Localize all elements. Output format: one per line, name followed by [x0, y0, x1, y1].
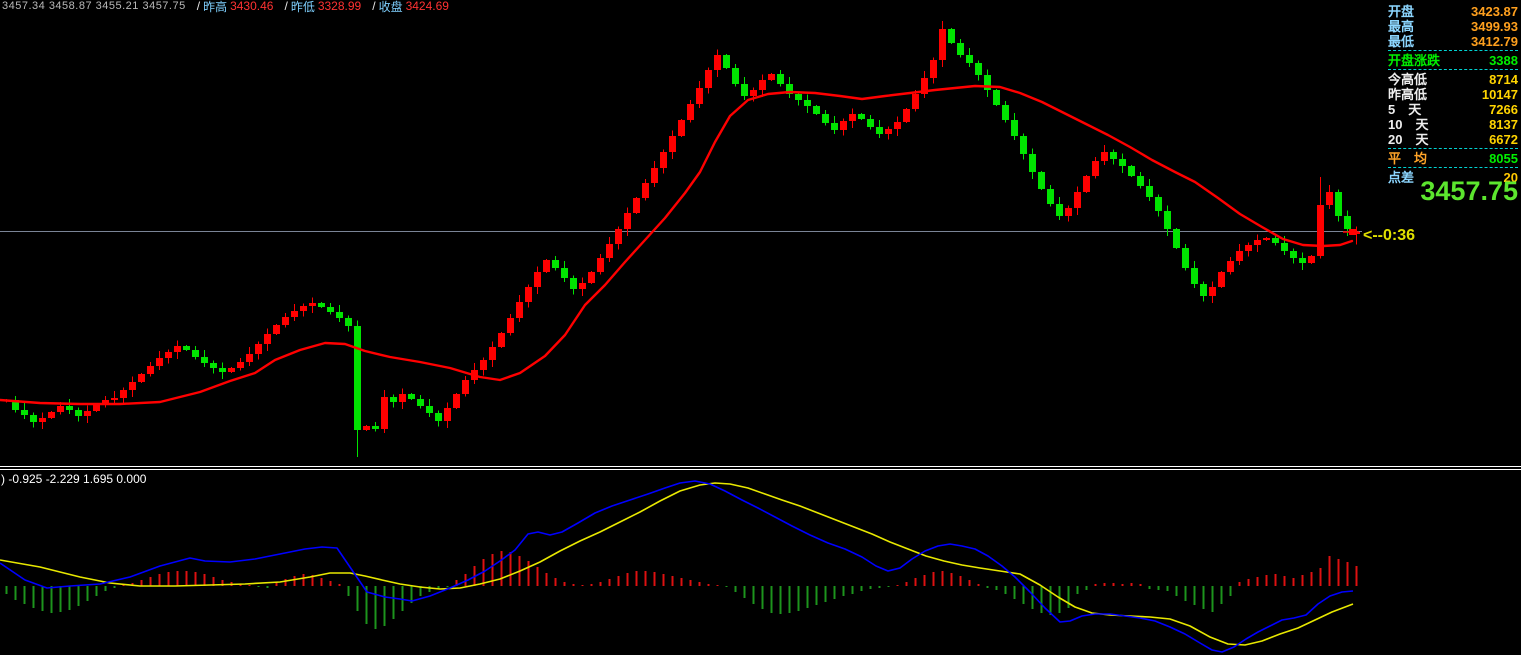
row-label: 平 均	[1388, 151, 1427, 166]
row-label: 5 天	[1388, 102, 1421, 117]
stat-label: 昨低	[291, 0, 315, 15]
slash-separator: /	[197, 0, 200, 13]
panel-row-average: 平 均 8055	[1388, 151, 1518, 166]
row-label: 最低	[1388, 34, 1414, 49]
row-value: 8714	[1489, 72, 1518, 87]
row-label: 最高	[1388, 19, 1414, 34]
stat-prev-close: / 收盘 3424.69	[372, 0, 449, 15]
row-value: 3412.79	[1471, 34, 1518, 49]
row-label: 开盘涨跌	[1388, 53, 1440, 68]
row-value: 3388	[1489, 53, 1518, 68]
panel-row-5day: 5 天 7266	[1388, 102, 1518, 117]
row-value: 10147	[1482, 87, 1518, 102]
stat-label: 收盘	[379, 0, 403, 15]
panel-row-today-range: 今高低 8714	[1388, 72, 1518, 87]
row-label: 10 天	[1388, 117, 1428, 132]
side-panel: 开盘 3423.87 最高 3499.93 最低 3412.79 开盘涨跌 33…	[1388, 4, 1518, 185]
stat-prev-low: / 昨低 3328.99	[284, 0, 361, 15]
panel-row-open-change: 开盘涨跌 3388	[1388, 53, 1518, 68]
panel-row-high: 最高 3499.93	[1388, 19, 1518, 34]
candles-layer	[3, 21, 1360, 457]
panel-row-20day: 20 天 6672	[1388, 132, 1518, 147]
row-label: 开盘	[1388, 4, 1414, 19]
panel-row-prev-range: 昨高低 10147	[1388, 87, 1518, 102]
row-value: 8137	[1489, 117, 1518, 132]
panel-row-10day: 10 天 8137	[1388, 117, 1518, 132]
bar-ohlc-readout: 3457.34 3458.87 3455.21 3457.75	[2, 0, 186, 12]
last-price: 3457.75	[1388, 176, 1518, 207]
stat-value: 3430.46	[230, 0, 273, 13]
dif-line	[0, 481, 1353, 652]
row-label: 昨高低	[1388, 87, 1427, 102]
row-value: 8055	[1489, 151, 1518, 166]
row-label: 20 天	[1388, 132, 1428, 147]
chart-canvas[interactable]	[0, 0, 1521, 655]
ma-line	[0, 86, 1352, 404]
panel-row-open: 开盘 3423.87	[1388, 4, 1518, 19]
stat-label: 昨高	[203, 0, 227, 15]
trading-app: 3457.34 3458.87 3455.21 3457.75 / 昨高 343…	[0, 0, 1521, 655]
stat-value: 3328.99	[318, 0, 361, 13]
dashed-divider	[1388, 148, 1518, 150]
panel-row-low: 最低 3412.79	[1388, 34, 1518, 49]
row-value: 3423.87	[1471, 4, 1518, 19]
slash-separator: /	[284, 0, 287, 13]
dashed-divider	[1388, 50, 1518, 52]
row-value: 7266	[1489, 102, 1518, 117]
row-value: 3499.93	[1471, 19, 1518, 34]
stat-value: 3424.69	[406, 0, 449, 13]
stat-prev-high: / 昨高 3430.46	[197, 0, 274, 15]
pane-separator	[0, 466, 1521, 470]
slash-separator: /	[372, 0, 375, 13]
chart-header: 3457.34 3458.87 3455.21 3457.75 / 昨高 343…	[2, 0, 449, 14]
time-to-close-marker: <--0:36	[1363, 227, 1415, 245]
row-label: 今高低	[1388, 72, 1427, 87]
dashed-divider	[1388, 69, 1518, 71]
dashed-divider	[1388, 167, 1518, 169]
row-value: 6672	[1489, 132, 1518, 147]
indicator-values-readout: ) -0.925 -2.229 1.695 0.000	[1, 472, 146, 486]
